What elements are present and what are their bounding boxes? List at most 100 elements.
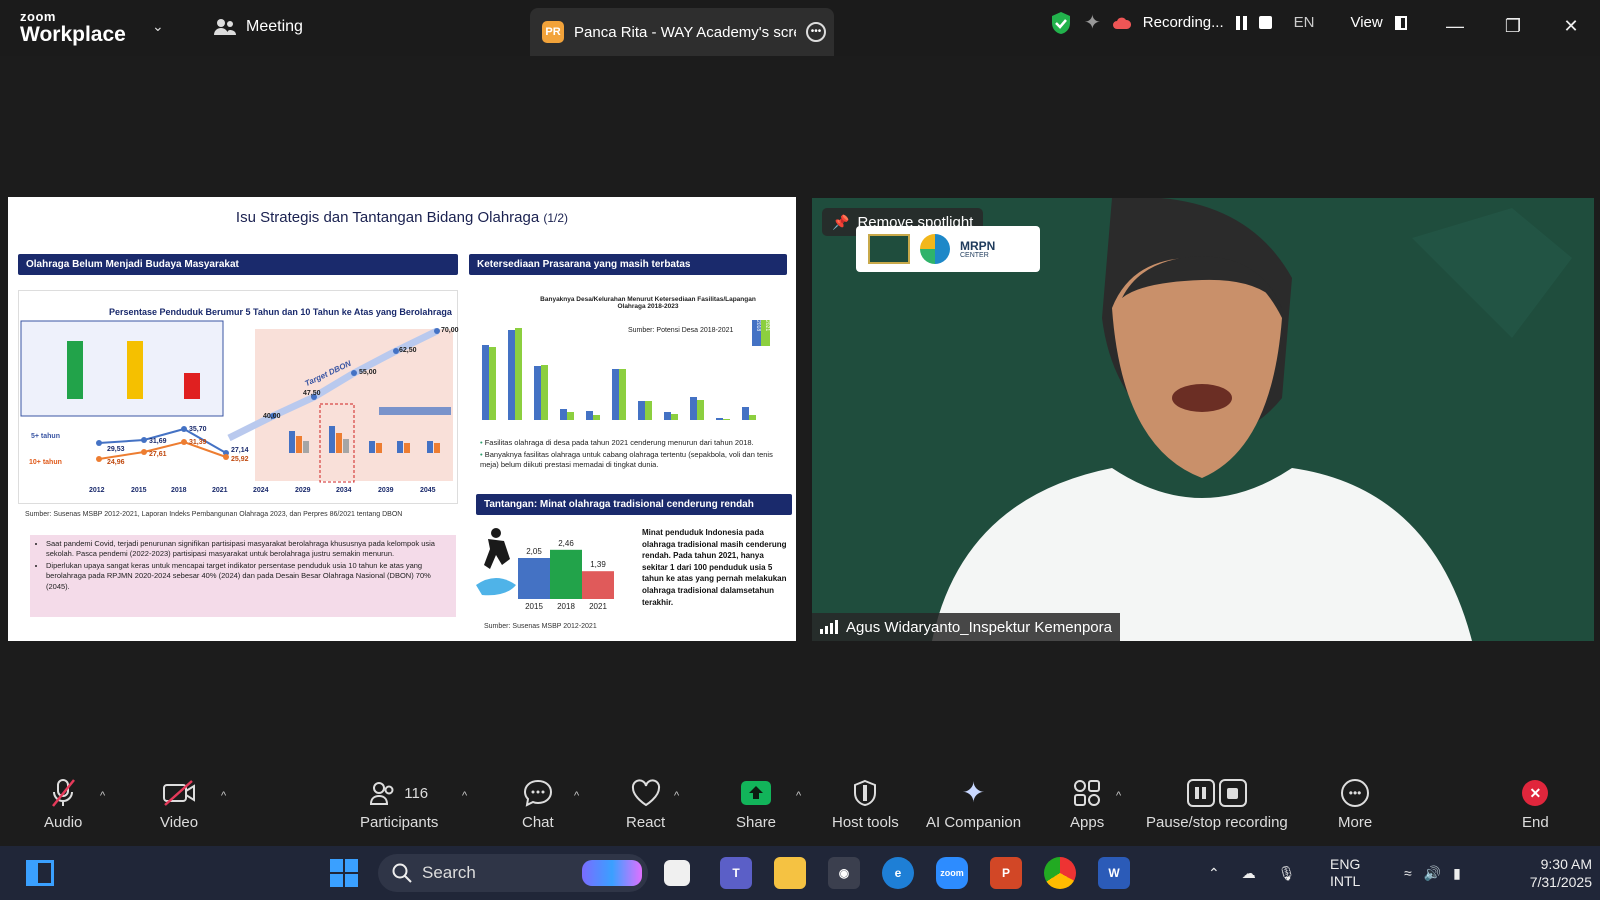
clock-time: 9:30 AM (1540, 855, 1592, 872)
audio-options-caret[interactable]: ^ (100, 790, 105, 802)
x-tick-label: 2018 (557, 602, 575, 611)
zoom-logo: zoom Workplace (20, 10, 126, 45)
os-taskbar: Search T ◉ e zoom P W ⌃ ☁ 🎙 ENG INTL ≈ 🔊… (0, 846, 1600, 900)
edge-icon[interactable]: e (882, 857, 914, 889)
meeting-label: Meeting (246, 18, 303, 35)
speaker-video: 📌 Remove spotlight MRPN CENTER Agus Wida… (812, 198, 1594, 641)
zoom-app-icon[interactable]: zoom (936, 857, 968, 889)
chart2-bars (482, 328, 756, 420)
chart1-graphic (20, 320, 453, 483)
pin-icon: 📌 (832, 213, 850, 230)
word-icon[interactable]: W (1098, 857, 1130, 889)
chat-button[interactable]: Chat (522, 778, 554, 831)
status-icons[interactable]: ≈ 🔊 ▮ (1404, 846, 1461, 900)
value-label: 29,53 (107, 446, 125, 453)
restore-icon[interactable]: ❐ (1484, 0, 1542, 52)
right-section-header: Ketersediaan Prasarana yang masih terbat… (469, 254, 787, 275)
search-icon (392, 863, 412, 883)
teams-icon[interactable]: T (720, 857, 752, 889)
way-logo (868, 234, 910, 264)
more-options-icon[interactable]: ••• (806, 22, 826, 42)
close-icon[interactable]: ✕ (1542, 0, 1600, 52)
react-options-caret[interactable]: ^ (674, 790, 679, 802)
bar-2018 (550, 549, 582, 599)
participants-icon (370, 782, 394, 805)
people-icon (214, 19, 236, 35)
inset-bar-2018 (127, 341, 143, 399)
bar-value-label: 2,46 (558, 539, 574, 548)
file-explorer-icon[interactable] (774, 857, 806, 889)
end-meeting-button[interactable]: ✕ End (1522, 778, 1549, 831)
shared-slide: Isu Strategis dan Tantangan Bidang Olahr… (8, 197, 796, 641)
slide-title-suffix: (1/2) (543, 211, 569, 225)
ai-sparkle-icon: ✦ (961, 777, 986, 808)
share-options-caret[interactable]: ^ (796, 790, 801, 802)
search-placeholder: Search (422, 863, 476, 882)
participants-options-caret[interactable]: ^ (462, 790, 467, 802)
taskview-icon[interactable] (664, 860, 690, 886)
chevron-down-icon[interactable]: ⌄ (152, 18, 164, 35)
chrome-icon[interactable] (1044, 857, 1076, 889)
brand-line1: zoom (20, 9, 56, 24)
participants-button[interactable]: 116 Participants (360, 778, 438, 831)
widgets-icon[interactable] (24, 857, 56, 889)
x-tick-label: 2021 (589, 602, 607, 611)
facility-bar-group (482, 328, 756, 420)
share-screen-tab[interactable]: PR Panca Rita - WAY Academy's scre ••• (530, 8, 834, 56)
clock[interactable]: 9:30 AM 7/31/2025 (1500, 846, 1592, 900)
video-options-caret[interactable]: ^ (221, 790, 226, 802)
share-button[interactable]: Share (736, 778, 776, 831)
taskbar-search[interactable]: Search (378, 854, 648, 892)
pause-recording-icon[interactable] (1235, 15, 1247, 30)
battery-icon: ▮ (1453, 864, 1461, 881)
value-label: 27,14 (231, 447, 249, 454)
meeting-toolbar: Audio ^ Video ^ 116 Participants ^ Chat … (0, 772, 1600, 842)
shield-check-icon[interactable] (1050, 11, 1072, 35)
react-button[interactable]: React (626, 778, 665, 831)
host-tools-button[interactable]: Host tools (832, 778, 899, 831)
chevron-up-icon[interactable]: ⌃ (1208, 865, 1220, 882)
camera-app-icon[interactable]: ◉ (828, 857, 860, 889)
participants-count: 116 (404, 784, 429, 802)
minimize-icon[interactable]: — (1426, 0, 1484, 52)
input-language[interactable]: ENG INTL (1330, 846, 1360, 900)
view-layout-icon[interactable] (1394, 15, 1407, 30)
apps-grid-icon (1074, 780, 1101, 806)
microphone-icon[interactable]: 🎙 (1278, 865, 1296, 882)
value-label: 25,92 (231, 456, 249, 463)
heart-icon (631, 779, 660, 807)
pause-stop-recording-button[interactable]: Pause/stop recording (1146, 778, 1288, 831)
share-tab-title: Panca Rita - WAY Academy's scre (574, 23, 796, 41)
apps-options-caret[interactable]: ^ (1116, 790, 1121, 802)
end-x-icon: ✕ (1522, 780, 1549, 806)
target-point (351, 370, 357, 376)
slide-title-text: Isu Strategis dan Tantangan Bidang Olahr… (235, 209, 540, 226)
audio-button[interactable]: Audio (44, 778, 82, 831)
language-selector[interactable]: EN (1294, 14, 1315, 31)
slide-title: Isu Strategis dan Tantangan Bidang Olahr… (8, 209, 796, 226)
mini-legend (379, 407, 451, 415)
value-label: 24,96 (107, 459, 125, 466)
windows-start-icon[interactable] (328, 857, 360, 889)
meeting-tab[interactable]: Meeting (214, 18, 303, 36)
onedrive-icon[interactable]: ☁ (1242, 865, 1256, 882)
sponsor-logos: MRPN CENTER (856, 226, 1040, 272)
presenter-avatar: PR (542, 21, 564, 43)
chat-options-caret[interactable]: ^ (574, 790, 579, 802)
volume-icon: 🔊 (1423, 864, 1442, 881)
sparkle-icon[interactable]: ✦ (1084, 10, 1101, 35)
ai-companion-button[interactable]: ✦ AI Companion (926, 777, 1021, 832)
more-button[interactable]: ••• More (1338, 778, 1372, 831)
powerpoint-icon[interactable]: P (990, 857, 1022, 889)
video-button[interactable]: Video (160, 778, 198, 831)
camera-off-icon (163, 780, 196, 806)
chart3-source: Sumber: Susenas MSBP 2012-2021 (484, 623, 597, 630)
apps-button[interactable]: Apps (1070, 778, 1104, 831)
view-button[interactable]: View (1350, 14, 1382, 31)
target-value: 47,50 (303, 390, 321, 397)
stop-recording-icon[interactable] (1258, 16, 1272, 29)
more-icon: ••• (1341, 779, 1370, 807)
athlete-illustration (476, 528, 516, 596)
target-value: 62,50 (399, 347, 417, 354)
window-controls: — ❐ ✕ (1426, 0, 1600, 52)
